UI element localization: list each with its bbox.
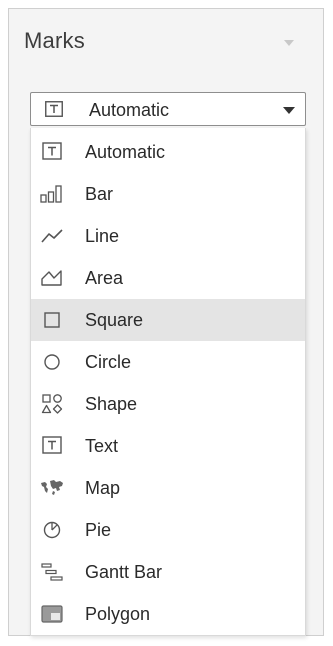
menu-item-label: Map: [85, 478, 121, 498]
dropdown-arrow-icon[interactable]: [283, 107, 295, 114]
marks-card-header: Marks: [14, 22, 300, 58]
menu-item-label: Circle: [85, 352, 132, 372]
card-menu-caret-icon[interactable]: [284, 40, 294, 46]
menu-item-label: Polygon: [85, 604, 151, 624]
map-icon: [39, 477, 65, 499]
mark-type-selected-label: Automatic: [89, 100, 170, 120]
bar-chart-icon: [39, 183, 65, 205]
mark-type-dropdown[interactable]: Automatic: [30, 92, 306, 126]
menu-item-text[interactable]: Text: [31, 425, 305, 467]
menu-item-label: Line: [85, 226, 120, 246]
circle-icon: [39, 351, 65, 373]
text-t-icon: [39, 435, 65, 457]
line-chart-icon: [39, 225, 65, 247]
area-chart-icon: [39, 267, 65, 289]
pie-icon: [39, 519, 65, 541]
gantt-bar-icon: [39, 561, 65, 583]
polygon-icon: [39, 603, 65, 625]
menu-item-line[interactable]: Line: [31, 215, 305, 257]
text-t-icon: [39, 141, 65, 163]
menu-item-polygon[interactable]: Polygon: [31, 593, 305, 635]
text-t-icon: [45, 101, 63, 117]
menu-item-area[interactable]: Area: [31, 257, 305, 299]
menu-item-map[interactable]: Map: [31, 467, 305, 509]
menu-item-label: Automatic: [85, 142, 166, 162]
marks-title: Marks: [24, 28, 85, 53]
menu-item-label: Area: [85, 268, 124, 288]
shapes-icon: [39, 393, 65, 415]
menu-item-shape[interactable]: Shape: [31, 383, 305, 425]
menu-item-gantt-bar[interactable]: Gantt Bar: [31, 551, 305, 593]
menu-item-circle[interactable]: Circle: [31, 341, 305, 383]
menu-item-label: Bar: [85, 184, 114, 204]
menu-item-pie[interactable]: Pie: [31, 509, 305, 551]
menu-item-bar[interactable]: Bar: [31, 173, 305, 215]
menu-item-label: Square: [85, 310, 144, 330]
menu-item-label: Pie: [85, 520, 112, 540]
mark-type-menu: Automatic Bar Line Area Square Circle Sh…: [30, 128, 306, 636]
menu-item-square[interactable]: Square: [31, 299, 305, 341]
menu-item-label: Shape: [85, 394, 138, 414]
menu-item-automatic[interactable]: Automatic: [31, 131, 305, 173]
menu-item-label: Text: [85, 436, 119, 456]
menu-item-label: Gantt Bar: [85, 562, 163, 582]
square-icon: [39, 309, 65, 331]
